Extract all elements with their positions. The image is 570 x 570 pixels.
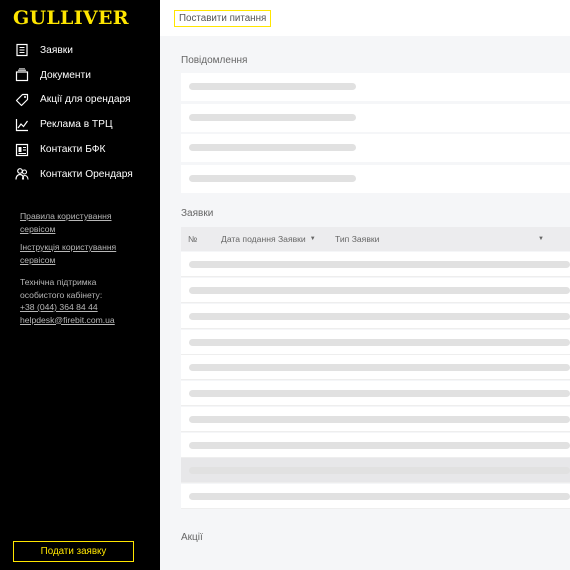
loading-placeholder [189,467,570,474]
column-date[interactable]: Дата подання Заявки ▼ [221,227,316,251]
loading-placeholder [189,261,570,268]
message-item[interactable] [181,73,570,101]
loading-placeholder [189,287,570,294]
table-row[interactable] [181,484,570,509]
sidebar-item-applications[interactable]: Заявки [0,38,160,63]
column-number-label: № [188,234,198,244]
guide-link[interactable]: Інструкція користування сервісом [20,241,150,266]
type-filter-dropdown[interactable]: ▼ [534,227,544,251]
table-row[interactable] [181,381,570,406]
loading-placeholder [189,364,570,371]
loading-placeholder [189,339,570,346]
message-item[interactable] [181,104,570,132]
loading-placeholder [189,390,570,397]
message-item[interactable] [181,134,570,162]
sidebar-nav: Заявки Документи Акції для орендаря Рекл… [0,38,160,187]
promotions-title: Акції [181,532,203,543]
loading-placeholder [189,313,570,320]
sidebar-item-label: Реклама в ТРЦ [40,119,113,131]
table-row[interactable] [181,407,570,432]
column-type-label: Тип Заявки [335,234,380,244]
sidebar-links: Правила користування сервісом Інструкція… [20,210,150,326]
column-type[interactable]: Тип Заявки [335,227,379,251]
sidebar: GULLIVER Заявки Документи Акції для орен… [0,0,160,570]
support-email-link[interactable]: helpdesk@firebit.com.ua [20,314,150,327]
table-row[interactable] [181,433,570,458]
rules-link-line1: Правила користування [20,211,112,221]
sidebar-item-label: Заявки [40,44,73,56]
requests-title: Заявки [181,208,214,219]
loading-placeholder [189,144,356,151]
table-row[interactable] [181,278,570,303]
support-info: Технічна підтримка особистого кабінету: … [20,276,150,326]
requests-table-header: № Дата подання Заявки ▼ Тип Заявки ▼ [181,227,570,251]
rules-link-line2: сервісом [20,223,56,234]
sidebar-item-tenant-contacts[interactable]: Контакти Орендаря [0,162,160,187]
support-phone-link[interactable]: +38 (044) 364 84 44 [20,301,150,314]
loading-placeholder [189,493,570,500]
messages-title: Повідомлення [181,55,248,66]
table-row[interactable] [181,330,570,355]
guide-link-line2: сервісом [20,254,56,265]
dropdown-arrow-icon: ▼ [538,236,544,242]
sidebar-item-documents[interactable]: Документи [0,63,160,88]
guide-link-line1: Інструкція користування [20,242,117,252]
applications-icon [15,43,29,57]
documents-icon [15,68,29,82]
table-row[interactable] [181,252,570,277]
loading-placeholder [189,416,570,423]
ask-question-button[interactable]: Поставити питання [174,10,272,27]
people-icon [15,167,29,181]
table-row[interactable] [181,458,570,483]
table-row[interactable] [181,304,570,329]
sidebar-item-label: Акції для орендаря [40,94,131,106]
sidebar-item-label: Контакти Орендаря [40,168,133,180]
sidebar-item-advertising[interactable]: Реклама в ТРЦ [0,112,160,137]
table-row[interactable] [181,355,570,380]
chart-icon [15,118,29,132]
sidebar-item-bfk-contacts[interactable]: Контакти БФК [0,137,160,162]
column-number: № [188,227,197,251]
support-line1: Технічна підтримка [20,277,97,287]
sidebar-item-label: Документи [40,69,91,81]
gulliver-logo[interactable]: GULLIVER [13,7,129,29]
support-line2: особистого кабінету: [20,289,103,300]
rules-link[interactable]: Правила користування сервісом [20,210,150,235]
sidebar-item-label: Контакти БФК [40,144,106,156]
sidebar-item-promotions[interactable]: Акції для орендаря [0,88,160,113]
loading-placeholder [189,442,570,449]
top-bar: Поставити питання [160,0,570,36]
tag-icon [15,93,29,107]
loading-placeholder [189,175,356,182]
message-item[interactable] [181,165,570,193]
contact-card-icon [15,143,29,157]
submit-request-button[interactable]: Подати заявку [13,541,134,562]
loading-placeholder [189,83,356,90]
loading-placeholder [189,114,356,121]
column-date-label: Дата подання Заявки [221,234,306,244]
sort-arrow-icon: ▼ [309,236,316,242]
